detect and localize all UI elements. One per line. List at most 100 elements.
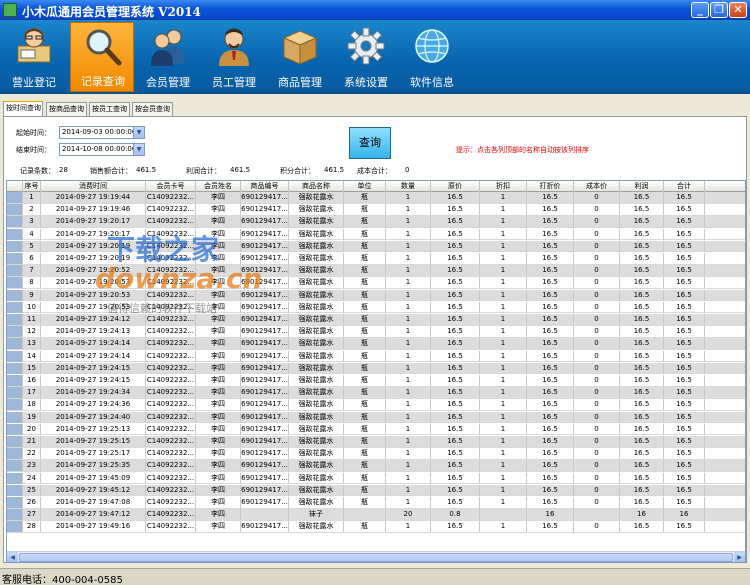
row-selector[interactable]	[7, 204, 23, 216]
tab-by-member[interactable]: 按会员查询	[132, 102, 173, 116]
row-selector[interactable]	[7, 436, 23, 447]
table-row[interactable]: 5 2014-09-27 19:20:19 C14092232... 李四 690129…	[7, 240, 745, 253]
scroll-right-icon[interactable]: ▶	[734, 552, 745, 562]
column-header[interactable]: 利润	[620, 181, 664, 192]
table-row[interactable]: 1 2014-09-27 19:19:44 C14092232... 李四 690129…	[7, 192, 745, 204]
tab-by-goods[interactable]: 按商品查询	[46, 102, 87, 116]
row-selector[interactable]	[7, 375, 23, 386]
column-header[interactable]: 打折价	[527, 181, 574, 192]
tab-by-employee[interactable]: 按员工查询	[89, 102, 130, 116]
row-selector[interactable]	[7, 314, 23, 325]
table-row[interactable]: 3 2014-09-27 19:20:17 C14092232... 李四 690129…	[7, 216, 745, 228]
toolbar-goods-management[interactable]: 商品管理	[268, 22, 332, 92]
row-selector[interactable]	[7, 484, 23, 496]
row-selector[interactable]	[7, 362, 23, 374]
row-selector[interactable]	[7, 350, 23, 362]
table-row[interactable]: 18 2014-09-27 19:24:36 C14092232... 李四 69012…	[7, 399, 745, 411]
toolbar-member-management[interactable]: 会员管理	[136, 22, 200, 92]
table-row[interactable]: 9 2014-09-27 19:20:53 C14092232... 李四 690129…	[7, 289, 745, 302]
column-header[interactable]: 数量	[386, 181, 431, 192]
column-header[interactable]: 合计	[664, 181, 705, 192]
close-button[interactable]: ✕	[729, 2, 747, 18]
column-header[interactable]: 消费时间	[41, 181, 146, 192]
table-row[interactable]: 11 2014-09-27 19:24:12 C14092232... 李四 69012…	[7, 314, 745, 326]
row-selector[interactable]	[7, 338, 23, 350]
column-header[interactable]: 成本价	[574, 181, 620, 192]
table-row[interactable]: 20 2014-09-27 19:25:13 C14092232... 李四 69012…	[7, 423, 745, 436]
tab-by-time[interactable]: 按时间查询	[3, 101, 43, 117]
end-time-picker[interactable]: 2014-10-08 00:00:00 ▼	[59, 143, 145, 156]
minimize-button[interactable]: _	[691, 2, 709, 18]
column-header[interactable]: 原价	[431, 181, 480, 192]
column-header[interactable]: 折扣	[480, 181, 527, 192]
chevron-down-icon[interactable]: ▼	[133, 127, 144, 138]
table-row[interactable]: 21 2014-09-27 19:25:15 C14092232... 李四 69012…	[7, 436, 745, 448]
scroll-thumb[interactable]	[19, 553, 733, 562]
toolbar-software-info[interactable]: 软件信息	[400, 22, 464, 92]
horizontal-scrollbar[interactable]: ◀ ▶	[7, 551, 745, 562]
toolbar-system-settings[interactable]: 系统设置	[334, 22, 398, 92]
row-selector[interactable]	[7, 472, 23, 484]
table-row[interactable]: 19 2014-09-27 19:24:40 C14092232... 李四 69012…	[7, 411, 745, 424]
toolbar-employee-management[interactable]: 员工管理	[202, 22, 266, 92]
toolbar-record-query[interactable]: 记录查询	[70, 22, 134, 92]
scroll-left-icon[interactable]: ◀	[7, 552, 18, 562]
column-header[interactable]: 商品编号	[241, 181, 289, 192]
table-row[interactable]: 15 2014-09-27 19:24:15 C14092232... 李四 69012…	[7, 362, 745, 375]
start-time-picker[interactable]: 2014-09-03 00:00:00 ▼	[59, 126, 145, 139]
row-selector[interactable]	[7, 411, 23, 423]
chevron-down-icon[interactable]: ▼	[133, 144, 144, 155]
table-cell: 瓶	[344, 399, 386, 411]
row-selector[interactable]	[7, 423, 23, 435]
column-header[interactable]: 会员卡号	[146, 181, 196, 192]
records-table[interactable]: 序号 消费时间 会员卡号 会员姓名 商品编号 商品名称 单位 数量 原价 折扣 打折价 成本价 利润 合计…	[6, 180, 746, 563]
row-selector[interactable]	[7, 301, 23, 313]
table-row[interactable]: 16 2014-09-27 19:24:15 C14092232... 李四 69012…	[7, 375, 745, 387]
column-header[interactable]: 会员姓名	[196, 181, 241, 192]
table-row[interactable]: 23 2014-09-27 19:25:35 C14092232... 李四 69012…	[7, 460, 745, 472]
row-selector[interactable]	[7, 253, 23, 264]
row-selector[interactable]	[7, 265, 23, 277]
row-selector[interactable]	[7, 399, 23, 411]
query-button[interactable]: 查询	[349, 127, 391, 159]
row-selector[interactable]	[7, 289, 23, 301]
row-selector[interactable]	[7, 521, 23, 533]
row-selector[interactable]	[7, 240, 23, 252]
table-cell: 16	[620, 509, 664, 521]
table-row[interactable]: 17 2014-09-27 19:24:34 C14092232... 李四 69012…	[7, 387, 745, 399]
maximize-button[interactable]: ❐	[710, 2, 728, 18]
table-cell: 16.5	[527, 204, 574, 216]
table-row[interactable]: 28 2014-09-27 19:49:16 C14092232... 李四 69012…	[7, 521, 745, 533]
row-selector[interactable]	[7, 216, 23, 228]
table-row[interactable]: 13 2014-09-27 19:24:14 C14092232... 李四 69012…	[7, 338, 745, 350]
row-selector[interactable]	[7, 497, 23, 508]
table-row[interactable]: 14 2014-09-27 19:24:14 C14092232... 李四 69012…	[7, 350, 745, 363]
row-selector[interactable]	[7, 228, 23, 240]
table-cell	[574, 509, 620, 521]
table-row[interactable]: 2 2014-09-27 19:19:46 C14092232... 李四 690129…	[7, 204, 745, 216]
column-header[interactable]: 序号	[23, 181, 41, 192]
table-row[interactable]: 8 2014-09-27 19:20:53 C14092232... 李四 690129…	[7, 277, 745, 289]
row-selector[interactable]	[7, 326, 23, 338]
table-row[interactable]: 22 2014-09-27 19:25:17 C14092232... 李四 69012…	[7, 448, 745, 460]
table-row[interactable]: 24 2014-09-27 19:45:09 C14092232... 李四 69012…	[7, 472, 745, 485]
table-row[interactable]: 25 2014-09-27 19:45:12 C14092232... 李四 69012…	[7, 484, 745, 497]
table-row[interactable]: 10 2014-09-27 19:20:53 C14092232... 李四 69012…	[7, 301, 745, 314]
table-row[interactable]: 7 2014-09-27 19:20:52 C14092232... 李四 690129…	[7, 265, 745, 277]
table-cell: C14092232...	[146, 240, 196, 252]
table-row[interactable]: 26 2014-09-27 19:47:08 C14092232... 李四 69012…	[7, 497, 745, 509]
toolbar-business-register[interactable]: 营业登记	[2, 22, 66, 92]
table-row[interactable]: 27 2014-09-27 19:47:12 C14092232... 李四 袜子 20 0…	[7, 509, 745, 521]
row-selector[interactable]	[7, 460, 23, 472]
table-row[interactable]: 12 2014-09-27 19:24:13 C14092232... 李四 69012…	[7, 326, 745, 338]
row-selector[interactable]	[7, 192, 23, 203]
table-row[interactable]: 6 2014-09-27 19:20:19 C14092232... 李四 690129…	[7, 253, 745, 265]
row-selector[interactable]	[7, 277, 23, 289]
profit-total-value: 461.5	[230, 166, 251, 174]
table-row[interactable]: 4 2014-09-27 19:20:17 C14092232... 李四 690129…	[7, 228, 745, 241]
row-selector[interactable]	[7, 509, 23, 521]
row-selector[interactable]	[7, 448, 23, 460]
column-header[interactable]: 单位	[344, 181, 386, 192]
column-header[interactable]: 商品名称	[289, 181, 344, 192]
row-selector[interactable]	[7, 387, 23, 399]
